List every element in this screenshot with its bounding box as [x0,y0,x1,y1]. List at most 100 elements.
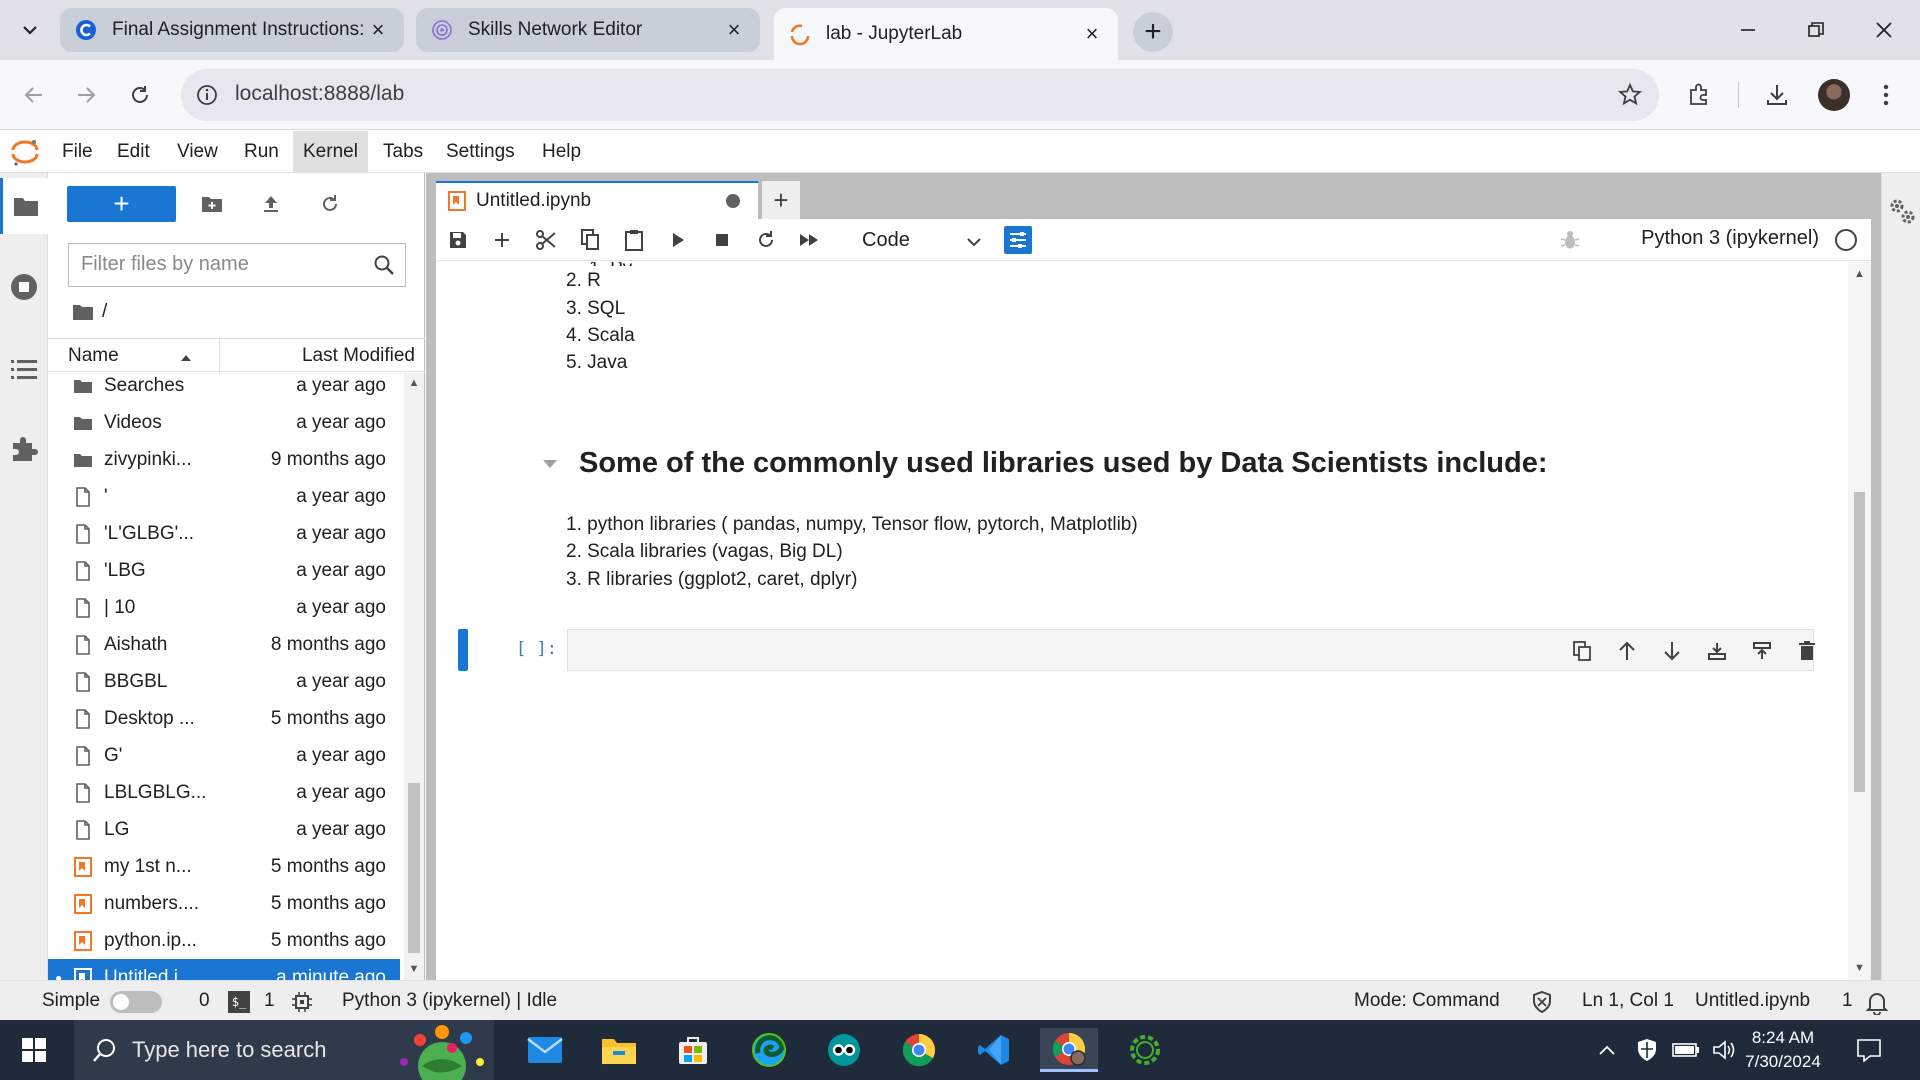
scroll-up-icon[interactable]: ▲ [408,377,420,389]
taskbar-clock[interactable]: 8:24 AM 7/30/2024 [1738,1026,1828,1074]
new-folder-icon[interactable] [194,186,230,222]
windows-start-icon[interactable] [22,1038,46,1068]
file-list-row[interactable]: Aishath 8 months ago [48,626,400,663]
vscode-icon[interactable] [965,1028,1023,1072]
file-list-row[interactable]: 'L'GLBG'... a year ago [48,515,400,552]
column-last-modified[interactable]: Last Modified [302,345,415,367]
code-cell[interactable]: [ ]: [436,629,1848,671]
file-list-row[interactable]: numbers.... 5 months ago [48,885,400,922]
new-launcher-button[interactable]: + [67,186,176,222]
insert-below-icon[interactable] [1750,639,1774,663]
breadcrumb-root[interactable]: / [102,301,107,323]
file-list-row[interactable]: Searches a year ago [48,373,400,404]
file-list-row[interactable]: LBLGBLG... a year ago [48,774,400,811]
reload-icon[interactable] [120,75,160,115]
console-count[interactable]: 1 [264,990,275,1012]
terminal-count[interactable]: 0 [199,990,210,1012]
menu-run[interactable]: Run [234,131,289,173]
copy-icon[interactable] [576,226,604,254]
scroll-down-icon[interactable]: ▼ [1854,962,1865,974]
kebab-menu-icon[interactable] [1868,77,1904,113]
breadcrumb[interactable]: / [72,299,107,325]
back-arrow-icon[interactable] [14,75,54,115]
battery-icon[interactable] [1672,1042,1700,1058]
file-list-scrollbar[interactable]: ▲ ▼ [404,373,424,980]
duplicate-cell-icon[interactable] [1570,639,1594,663]
address-bar[interactable]: localhost:8888/lab [181,69,1659,121]
run-cell-icon[interactable] [664,226,692,254]
edge-browser-icon[interactable] [740,1028,798,1072]
microsoft-store-icon[interactable] [664,1028,722,1072]
new-tab-button[interactable]: + [1133,12,1173,52]
restore-icon[interactable] [1796,10,1836,50]
taskbar-search-box[interactable]: Type here to search [74,1020,494,1080]
volume-speaker-icon[interactable] [1712,1039,1736,1061]
insert-above-icon[interactable] [1705,639,1729,663]
scrollbar-thumb[interactable] [1854,492,1865,792]
action-center-notification-icon[interactable] [1856,1038,1882,1068]
notification-bell-icon[interactable] [1864,989,1890,1021]
filter-files-input[interactable] [81,244,361,284]
profile-avatar[interactable] [1818,79,1850,111]
menu-settings[interactable]: Settings [436,131,525,173]
forward-arrow-icon[interactable] [66,75,106,115]
file-list-row[interactable]: 'LBG a year ago [48,552,400,589]
cut-icon[interactable] [532,226,560,254]
refresh-icon[interactable] [312,186,348,222]
file-list-row[interactable]: zivypinki... 9 months ago [48,441,400,478]
file-list-row[interactable]: G' a year ago [48,737,400,774]
show-hidden-icons-chevron-icon[interactable] [1598,1044,1616,1056]
minimize-icon[interactable] [1728,10,1768,50]
insert-cell-icon[interactable] [488,226,516,254]
file-list-row[interactable]: BBGBL a year ago [48,663,400,700]
running-kernels-icon[interactable] [0,259,48,315]
paste-icon[interactable] [620,226,648,254]
file-list-row[interactable]: ● Untitled.i... a minute ago [48,959,400,980]
scrollbar-thumb[interactable] [408,783,420,953]
kernel-name-button[interactable]: Python 3 (ipykernel) [1641,227,1819,250]
notebook-tab[interactable]: Untitled.ipynb [436,181,758,219]
file-list-row[interactable]: my 1st n... 5 months ago [48,848,400,885]
terminal-icon[interactable]: $_ [228,991,250,1013]
close-icon[interactable]: × [366,17,390,42]
browser-tab-jupyterlab[interactable]: lab - JupyterLab × [774,8,1118,60]
file-list-row[interactable]: python.ip... 5 months ago [48,922,400,959]
filter-files-field[interactable] [68,243,406,287]
menu-tabs[interactable]: Tabs [373,131,433,173]
arduino-ide-icon[interactable] [815,1028,873,1072]
mail-app-icon[interactable] [516,1028,574,1072]
extension-manager-puzzle-icon[interactable] [0,421,48,477]
file-list-row[interactable]: ' a year ago [48,478,400,515]
tab-search-chevron-icon[interactable] [14,14,46,46]
menu-view[interactable]: View [167,131,228,173]
close-window-icon[interactable] [1864,10,1904,50]
anaconda-icon[interactable] [1116,1028,1174,1072]
active-cell-indicator[interactable] [458,629,468,671]
defender-shield-icon[interactable] [1636,1038,1658,1062]
new-tab-plus-button[interactable]: + [762,181,800,219]
kernel-status-text[interactable]: Python 3 (ipykernel) | Idle [342,990,557,1012]
move-up-arrow-icon[interactable] [1615,639,1639,663]
chrome-profile-active-icon[interactable] [1040,1028,1098,1072]
menu-edit[interactable]: Edit [107,131,160,173]
file-list-row[interactable]: Desktop ... 5 months ago [48,700,400,737]
download-icon[interactable] [1759,77,1795,113]
move-down-arrow-icon[interactable] [1660,639,1684,663]
site-info-icon[interactable] [195,83,219,107]
menu-kernel[interactable]: Kernel [293,131,368,173]
file-list-row[interactable]: Videos a year ago [48,404,400,441]
column-name[interactable]: Name [68,345,119,367]
table-of-contents-icon[interactable] [0,341,48,397]
cell-type-dropdown[interactable]: Code [862,225,982,255]
cursor-position[interactable]: Ln 1, Col 1 [1582,990,1674,1012]
menu-file[interactable]: File [52,131,103,173]
close-icon[interactable]: × [1080,21,1104,46]
scroll-down-icon[interactable]: ▼ [408,963,420,975]
restart-kernel-icon[interactable] [752,226,780,254]
property-inspector-icon[interactable] [1004,226,1032,254]
browser-tab-assignment[interactable]: Final Assignment Instructions: C × [60,8,404,52]
bookmark-star-icon[interactable] [1617,82,1643,108]
interrupt-kernel-icon[interactable] [708,226,736,254]
notebook-scrollbar[interactable]: ▲ ▼ [1848,262,1871,980]
debugger-bug-icon[interactable] [1559,229,1581,251]
